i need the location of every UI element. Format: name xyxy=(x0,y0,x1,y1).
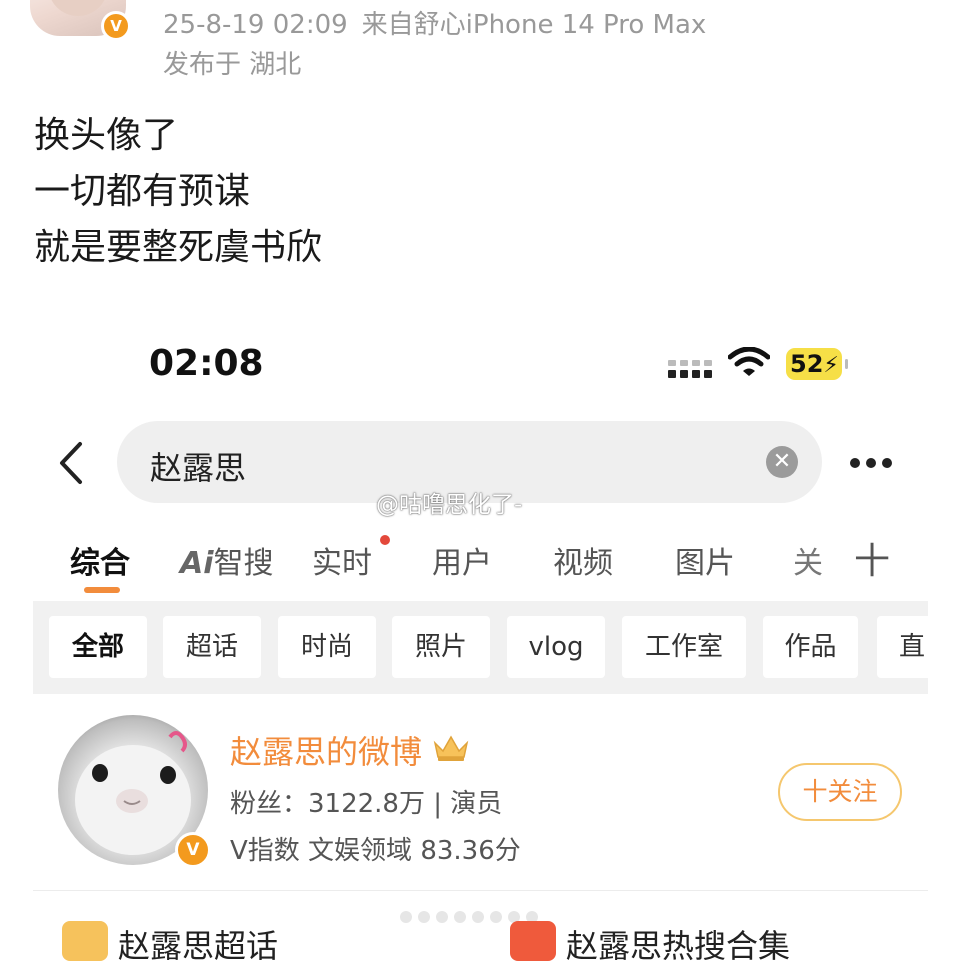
back-button[interactable] xyxy=(52,440,92,486)
battery-level: 52 xyxy=(790,350,824,378)
filter-chip-partial[interactable]: 直 xyxy=(877,616,928,678)
clear-search-icon[interactable]: ✕ xyxy=(766,446,798,478)
wifi-icon xyxy=(728,347,770,376)
filter-chip-photos[interactable]: 照片 xyxy=(392,616,490,678)
tab-ai-search[interactable]: Ai智搜 xyxy=(180,538,274,582)
battery-nub xyxy=(845,359,848,369)
tab-realtime[interactable]: 实时 xyxy=(312,538,372,582)
follow-button[interactable]: 十关注 xyxy=(778,763,902,821)
divider xyxy=(33,890,928,891)
post-meta: 25-8-19 02:09 来自舒心iPhone 14 Pro Max xyxy=(163,4,706,41)
watermark: @咕噜思化了- xyxy=(376,492,523,518)
cellular-signal-icon xyxy=(668,360,712,378)
verified-badge-icon: V xyxy=(175,832,211,868)
filter-chip-studio[interactable]: 工作室 xyxy=(622,616,746,678)
post-text-line: 就是要整死虞书欣 xyxy=(34,227,323,268)
verified-badge-icon: V xyxy=(101,11,131,41)
post-device: 来自舒心iPhone 14 Pro Max xyxy=(361,10,707,40)
active-tab-indicator xyxy=(84,587,120,593)
filter-chip-vlog[interactable]: vlog xyxy=(507,616,605,678)
search-query[interactable]: 赵露思 xyxy=(150,443,246,489)
ai-label: Ai xyxy=(180,546,214,581)
tab-label: 智搜 xyxy=(213,546,274,581)
add-tab-button[interactable]: 十 xyxy=(854,532,890,584)
filter-chip-supertopic[interactable]: 超话 xyxy=(163,616,261,678)
supertopic-link[interactable]: 赵露思超话 xyxy=(118,921,278,967)
supertopic-icon xyxy=(62,921,108,961)
hot-search-icon xyxy=(510,921,556,961)
more-options-icon[interactable] xyxy=(850,453,902,469)
post-location: 发布于 湖北 xyxy=(163,50,302,80)
filter-chip-fashion[interactable]: 时尚 xyxy=(278,616,376,678)
tab-videos[interactable]: 视频 xyxy=(553,538,613,582)
status-bar-time: 02:08 xyxy=(149,343,264,384)
tab-users[interactable]: 用户 xyxy=(432,538,492,582)
filter-chip-bar: 全部 超话 时尚 照片 vlog 工作室 作品 直 xyxy=(33,601,928,694)
tab-comprehensive[interactable]: 综合 xyxy=(70,538,130,582)
page-indicator-dots xyxy=(400,908,560,923)
battery-icon: 52⚡ xyxy=(786,348,842,380)
filter-chip-all[interactable]: 全部 xyxy=(49,616,147,678)
user-fans-info: 粉丝：3122.8万 | 演员 xyxy=(230,789,503,819)
tab-images[interactable]: 图片 xyxy=(675,538,735,582)
hot-search-link[interactable]: 赵露思热搜合集 xyxy=(566,921,790,967)
crown-icon xyxy=(433,735,469,761)
user-v-index: V指数 文娱领域 83.36分 xyxy=(230,836,521,866)
tab-partial[interactable]: 关 xyxy=(793,538,823,582)
post-text-line: 一切都有预谋 xyxy=(34,171,251,212)
post-text-line: 换头像了 xyxy=(34,115,179,156)
new-dot-badge xyxy=(380,535,390,545)
filter-chip-works[interactable]: 作品 xyxy=(763,616,858,678)
post-time: 25-8-19 02:09 xyxy=(163,10,348,40)
user-name[interactable]: 赵露思的微博 xyxy=(230,727,422,773)
